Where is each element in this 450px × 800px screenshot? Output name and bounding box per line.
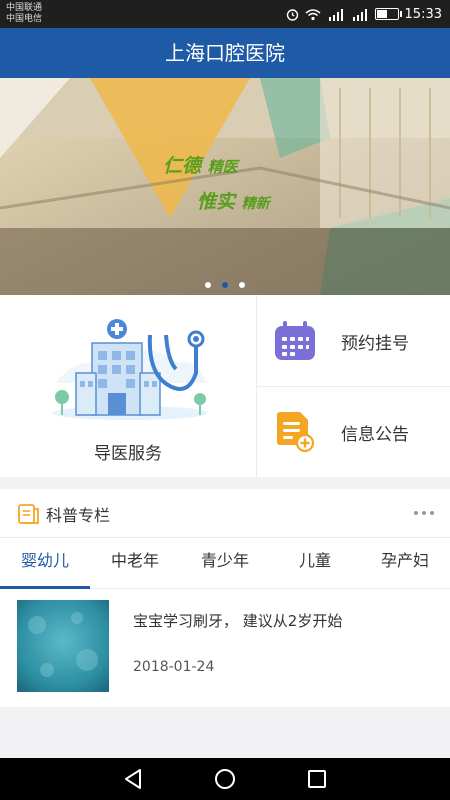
- banner-carousel[interactable]: 仁德 精医 惟实 精新: [0, 78, 450, 295]
- motto-1: 仁德: [163, 155, 202, 177]
- clock: 15:33: [404, 6, 442, 22]
- battery-icon: [374, 8, 402, 20]
- tab-infant[interactable]: 婴幼儿: [0, 538, 90, 589]
- notebook-icon: [18, 504, 39, 524]
- science-header: 科普专栏: [0, 489, 450, 538]
- article-date: 2018-01-24: [133, 659, 215, 675]
- motto-2: 精医: [207, 158, 238, 176]
- motto-3: 惟实: [197, 191, 236, 213]
- more-options-icon[interactable]: [414, 511, 434, 515]
- notice-label: 信息公告: [341, 425, 409, 445]
- tab-child[interactable]: 儿童: [270, 538, 360, 588]
- alarm-icon: [286, 8, 298, 21]
- status-icons: 15:33: [286, 5, 442, 23]
- hospital-stethoscope-icon: [52, 319, 208, 420]
- science-title: 科普专栏: [46, 506, 111, 525]
- article-thumbnail: [17, 600, 109, 692]
- wifi-icon: [305, 8, 321, 20]
- signal-4g-icon: [328, 8, 343, 21]
- carousel-dot[interactable]: [205, 282, 211, 288]
- appointment-label: 预约挂号: [341, 334, 409, 354]
- guide-service-label: 导医服务: [94, 444, 162, 464]
- carousel-dot[interactable]: [239, 282, 245, 288]
- services-panel: 导医服务 预约挂号 信息公告: [0, 295, 450, 477]
- tab-elderly[interactable]: 中老年: [90, 538, 180, 588]
- tab-teen[interactable]: 青少年: [180, 538, 270, 588]
- page-title: 上海口腔医院: [165, 41, 285, 65]
- carousel-indicator: [0, 282, 450, 288]
- article-title: 宝宝学习刷牙， 建议从2岁开始: [133, 612, 343, 630]
- back-icon[interactable]: [121, 767, 145, 791]
- carousel-dot-active[interactable]: [222, 282, 228, 288]
- motto-4: 精新: [241, 196, 270, 212]
- home-icon[interactable]: [213, 767, 237, 791]
- carrier-1: 中国联通: [6, 3, 43, 13]
- carrier-info: 中国联通 中国电信: [6, 3, 42, 25]
- document-icon: [277, 412, 315, 452]
- navigation-bar: [0, 758, 450, 800]
- status-bar: 中国联通 中国电信 15:33: [0, 0, 450, 28]
- recent-apps-icon[interactable]: [305, 767, 329, 791]
- tab-maternal[interactable]: 孕产妇: [360, 538, 450, 588]
- notice-button[interactable]: 信息公告: [257, 386, 450, 477]
- signal-3g-icon: [352, 8, 367, 21]
- calendar-icon: [275, 321, 315, 360]
- carrier-2: 中国电信: [6, 14, 43, 24]
- category-tabs: 婴幼儿 中老年 青少年 儿童 孕产妇: [0, 538, 450, 589]
- appointment-button[interactable]: 预约挂号: [257, 295, 450, 387]
- title-bar: 上海口腔医院: [0, 28, 450, 78]
- guide-service-button[interactable]: 导医服务: [0, 295, 257, 477]
- list-item[interactable]: 宝宝学习刷牙， 建议从2岁开始 2018-01-24: [0, 589, 450, 707]
- science-section: 科普专栏 婴幼儿 中老年 青少年 儿童 孕产妇 宝宝学习刷牙， 建议从2岁开始 …: [0, 489, 450, 707]
